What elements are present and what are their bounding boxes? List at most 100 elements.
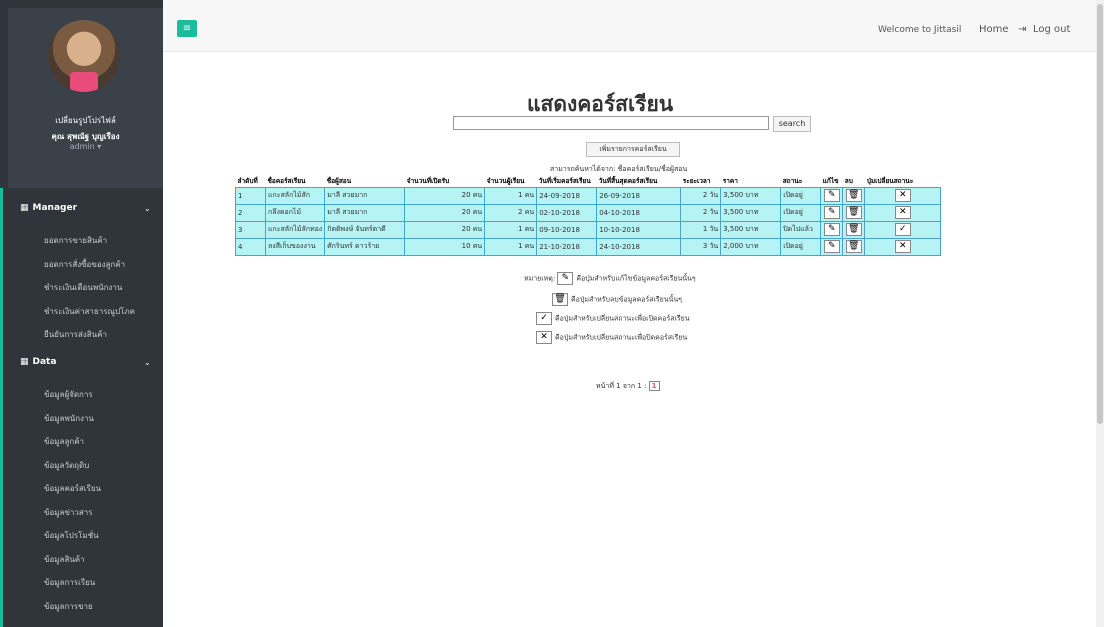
- sidebar-item[interactable]: ข้อมูลการเรียน: [44, 576, 95, 589]
- trash-icon: 🗑: [552, 293, 568, 306]
- column-header[interactable]: สถานะ: [780, 176, 821, 187]
- column-header[interactable]: ลบ: [842, 176, 865, 187]
- sidebar-item[interactable]: ข้อมูลสินค้า: [44, 553, 85, 566]
- change-profile-link[interactable]: เปลี่ยนรูปโปรไฟล์: [8, 114, 163, 127]
- table-header-row: ลำดับที่ ชื่อคอร์สเรียน ชื่อผู้สอน จำนวนที่…: [235, 176, 941, 187]
- cell-teacher: มาลี สวยมาก: [324, 203, 406, 222]
- cell-price: 2,000 บาท: [720, 237, 782, 256]
- table-row: 4 ลงสีเก็บของงาน ศักรินทร์ ดาวร้าย 10 คน 1 ค…: [235, 237, 942, 256]
- toggle-status-button[interactable]: ✕: [864, 203, 942, 222]
- cell-status: เปิดอยู่: [780, 203, 822, 222]
- add-course-button[interactable]: เพิ่มรายการคอร์สเรียน: [586, 142, 680, 157]
- sidebar-item[interactable]: ชำระเงินเดือนพนักงาน: [44, 281, 122, 294]
- column-header[interactable]: ราคา: [720, 176, 781, 187]
- sidebar-item[interactable]: ชำระเงินค่าสาธารณูปโภค: [44, 305, 135, 318]
- sidebar-item[interactable]: ข้อมูลลูกค้า: [44, 435, 84, 448]
- x-icon: ✕: [536, 331, 552, 344]
- edit-button[interactable]: ✎: [820, 186, 844, 205]
- menu-toggle-button[interactable]: ≡: [177, 20, 197, 37]
- cell-duration: 1 วัน: [680, 220, 722, 239]
- cell-teacher: ศักรินทร์ ดาวร้าย: [324, 237, 406, 256]
- sidebar-item[interactable]: ข้อมูลการขาย: [44, 600, 93, 613]
- hamburger-icon: ≡: [182, 23, 192, 34]
- chevron-down-icon[interactable]: ⌄: [144, 204, 151, 213]
- cell-capacity: 20 คน: [404, 220, 486, 239]
- column-header[interactable]: จำนวนผู้เรียน: [484, 176, 537, 187]
- edit-button[interactable]: ✎: [820, 237, 844, 256]
- sidebar-item[interactable]: ข้อมูลผู้จัดการ: [44, 388, 93, 401]
- sidebar-item[interactable]: ข้อมูลพนักงาน: [44, 412, 94, 425]
- sidebar-section-label: Manager: [32, 203, 78, 213]
- legend-edit-text: คือปุ่มสำหรับแก้ไขข้อมูลคอร์สเรียนนั้นๆ: [576, 274, 696, 283]
- cell-learners: 1 คน: [484, 220, 538, 239]
- cell-start: 21-10-2018: [536, 237, 598, 256]
- pagination: หน้าที่ 1 จาก 1 : 1: [596, 381, 660, 392]
- delete-button[interactable]: 🗑: [842, 203, 866, 222]
- legend-delete-text: คือปุ่มสำหรับลบข้อมูลคอร์สเรียนนั้นๆ: [571, 295, 682, 304]
- table-body: 1 แกะสลักไม้สัก มาลี สวยมาก 20 คน 1 คน 24-09-…: [235, 186, 942, 256]
- column-header[interactable]: วันที่สิ้นสุดคอร์สเรียน: [596, 176, 681, 187]
- cell-no: 4: [235, 237, 266, 256]
- cell-teacher: กิตติพงษ์ จันทร์ตาดี: [324, 220, 406, 239]
- check-icon: ✓: [894, 223, 911, 236]
- avatar[interactable]: [48, 20, 120, 92]
- column-header[interactable]: ลำดับที่: [235, 176, 266, 187]
- search-input[interactable]: [453, 116, 769, 130]
- sidebar-item[interactable]: ข้อมูลวัตถุดิบ: [44, 459, 89, 472]
- column-header[interactable]: ระยะเวลา: [680, 176, 721, 187]
- grid-icon: ▦: [20, 357, 29, 367]
- cell-course[interactable]: แกะสลักไม้สัก: [264, 186, 326, 205]
- logout-link[interactable]: Log out: [1033, 24, 1070, 35]
- edit-button[interactable]: ✎: [820, 203, 844, 222]
- home-link[interactable]: Home: [979, 24, 1009, 35]
- sidebar-item[interactable]: ยอดการขายสินค้า: [44, 234, 107, 247]
- delete-button[interactable]: 🗑: [842, 237, 866, 256]
- sidebar-item[interactable]: ยืนยันการส่งสินค้า: [44, 328, 107, 341]
- legend-open-text: คือปุ่มสำหรับเปลี่ยนสถานะเพื่อเปิดคอร์สเ…: [555, 314, 690, 323]
- sidebar-section-data[interactable]: ▦ Data: [20, 357, 56, 367]
- column-header[interactable]: แก้ไข: [820, 176, 843, 187]
- legend-open: ✓ คือปุ่มสำหรับเปลี่ยนสถานะเพื่อเปิดคอร์ส…: [536, 312, 690, 325]
- search-hint: สามารถค้นหาได้จาก: ชื่อคอร์สเรียน/ชื่อผู…: [550, 165, 688, 173]
- toggle-status-button[interactable]: ✓: [864, 220, 942, 239]
- toggle-status-button[interactable]: ✕: [864, 237, 942, 256]
- sidebar-item[interactable]: ข้อมูลโปรโมชั่น: [44, 529, 99, 542]
- sidebar-item[interactable]: ข้อมูลคอร์สเรียน: [44, 482, 101, 495]
- column-header[interactable]: จำนวนที่เปิดรับ: [404, 176, 485, 187]
- scrollbar-thumb[interactable]: [1097, 4, 1103, 424]
- sidebar-section-manager[interactable]: ▦ Manager: [20, 203, 77, 213]
- cell-start: 24-09-2018: [536, 186, 598, 205]
- delete-button[interactable]: 🗑: [842, 220, 866, 239]
- sidebar-item[interactable]: ข้อมูลข่าวสาร: [44, 506, 93, 519]
- grid-icon: ▦: [20, 203, 29, 213]
- sidebar-item[interactable]: ยอดการสั่งซื้อของลูกค้า: [44, 258, 125, 271]
- cell-end: 24-10-2018: [596, 237, 682, 256]
- cell-course[interactable]: กลึงดอกไม้: [264, 203, 326, 222]
- trash-icon: 🗑: [845, 240, 862, 253]
- chevron-down-icon[interactable]: ⌄: [144, 358, 151, 367]
- cell-end: 04-10-2018: [596, 203, 682, 222]
- cell-end: 26-09-2018: [596, 186, 682, 205]
- column-header[interactable]: ชื่อคอร์สเรียน: [265, 176, 325, 187]
- column-header[interactable]: วันที่เริ่มคอร์สเรียน: [536, 176, 597, 187]
- cell-learners: 1 คน: [484, 186, 538, 205]
- sidebar-section-label: Data: [32, 357, 57, 367]
- pagination-text: หน้าที่ 1 จาก 1 :: [596, 382, 647, 390]
- cell-course[interactable]: แกะสลักไม้ลักทอง: [264, 220, 326, 239]
- toggle-status-button[interactable]: ✕: [864, 186, 942, 205]
- cell-no: 2: [235, 203, 266, 222]
- pencil-icon: ✎: [823, 206, 840, 219]
- cell-price: 3,500 บาท: [720, 186, 782, 205]
- page-1-link[interactable]: 1: [648, 381, 660, 391]
- edit-button[interactable]: ✎: [820, 220, 844, 239]
- search-button[interactable]: search: [773, 116, 811, 132]
- column-header[interactable]: ชื่อผู้สอน: [324, 176, 405, 187]
- pencil-icon: ✎: [823, 223, 840, 236]
- legend-delete: 🗑 คือปุ่มสำหรับลบข้อมูลคอร์สเรียนนั้นๆ: [552, 293, 682, 306]
- role-dropdown[interactable]: admin ▾: [8, 142, 163, 151]
- cell-start: 02-10-2018: [536, 203, 598, 222]
- delete-button[interactable]: 🗑: [842, 186, 866, 205]
- cell-course[interactable]: ลงสีเก็บของงาน: [264, 237, 326, 256]
- table-row: 3 แกะสลักไม้ลักทอง กิตติพงษ์ จันทร์ตาดี 20 …: [235, 220, 942, 239]
- column-header[interactable]: ปุ่มเปลี่ยนสถานะ: [864, 176, 941, 187]
